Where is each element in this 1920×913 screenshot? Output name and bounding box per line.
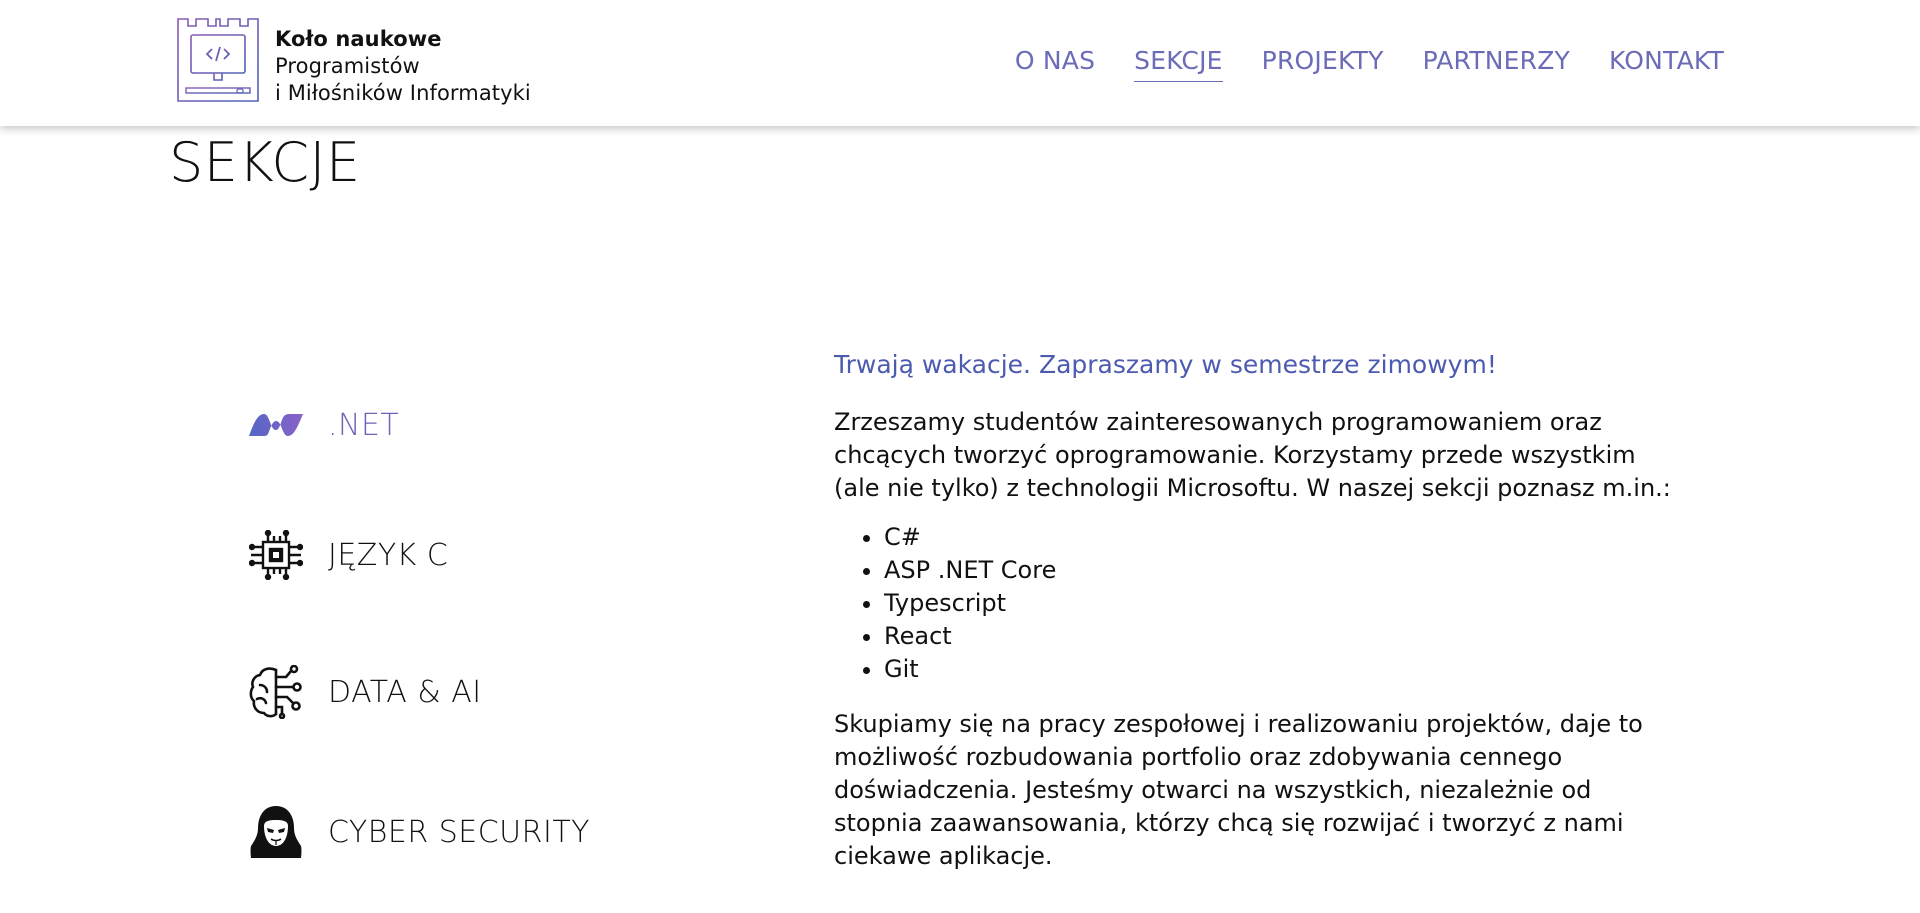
castle-code-logo-icon	[177, 18, 259, 102]
brain-circuit-icon	[248, 664, 304, 720]
section-item-data-ai[interactable]: DATA & AI	[248, 664, 482, 720]
technology-list: C# ASP .NET Core Typescript React Git	[834, 521, 1674, 686]
section-content: Trwają wakacje. Zapraszamy w semestrze z…	[834, 346, 1674, 873]
logo-line-3: i Miłośników Informatyki	[275, 81, 531, 105]
outro-paragraph: Skupiamy się na pracy zespołowej i reali…	[834, 710, 1643, 870]
section-label: CYBER SECURITY	[328, 814, 590, 850]
list-item: React	[884, 620, 1674, 653]
site-header: Koło naukowe Programistów i Miłośników I…	[0, 0, 1920, 126]
main-nav: O NAS SEKCJE PROJEKTY PARTNERZY KONTAKT	[1015, 46, 1724, 82]
list-item: Typescript	[884, 587, 1674, 620]
hacker-icon	[248, 804, 304, 860]
section-item-dotnet[interactable]: .NET	[248, 397, 399, 453]
logo-line-2: Programistów	[275, 54, 420, 78]
nav-o-nas[interactable]: O NAS	[1015, 46, 1095, 82]
headline: Trwają wakacje. Zapraszamy w semestrze z…	[834, 350, 1497, 379]
nav-projekty[interactable]: PROJEKTY	[1262, 46, 1384, 82]
list-item: C#	[884, 521, 1674, 554]
logo-text: Koło naukowe Programistów i Miłośników I…	[275, 26, 531, 107]
logo-line-1: Koło naukowe	[275, 27, 442, 51]
section-label: DATA & AI	[328, 674, 482, 710]
section-item-cyber-security[interactable]: CYBER SECURITY	[248, 804, 590, 860]
section-label: JĘZYK C	[328, 537, 449, 573]
nav-partnerzy[interactable]: PARTNERZY	[1423, 46, 1570, 82]
intro-paragraph: Zrzeszamy studentów zainteresowanych pro…	[834, 408, 1671, 502]
nav-kontakt[interactable]: KONTAKT	[1609, 46, 1724, 82]
dotnet-icon	[248, 397, 304, 453]
page-title: SEKCJE	[169, 131, 361, 194]
list-item: ASP .NET Core	[884, 554, 1674, 587]
list-item: Git	[884, 653, 1674, 686]
chip-icon	[248, 527, 304, 583]
section-item-jezyk-c[interactable]: JĘZYK C	[248, 527, 448, 583]
site-logo[interactable]: Koło naukowe Programistów i Miłośników I…	[177, 18, 531, 107]
nav-sekcje[interactable]: SEKCJE	[1134, 46, 1223, 82]
section-label: .NET	[328, 407, 400, 443]
